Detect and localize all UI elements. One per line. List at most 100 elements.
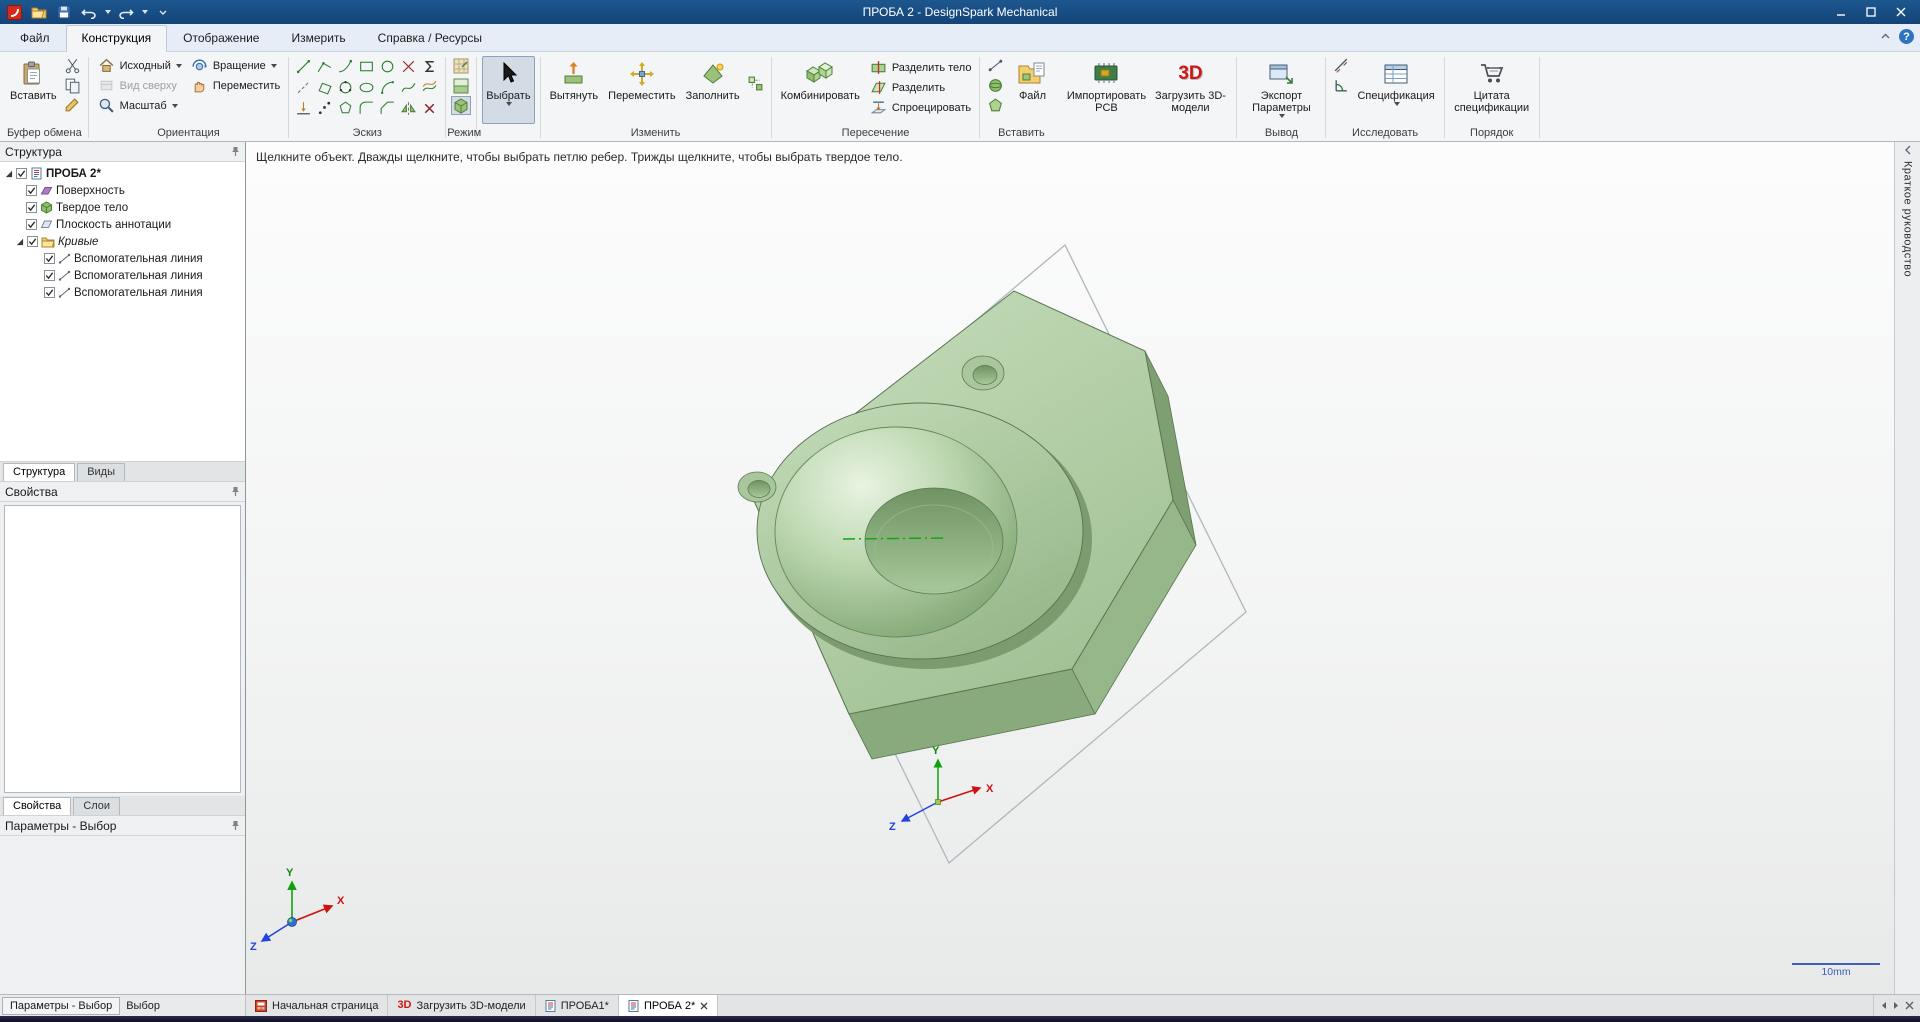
mass-properties-icon[interactable]	[1331, 76, 1351, 95]
pull-button[interactable]: Вытянуть	[546, 56, 603, 124]
close-button[interactable]	[1886, 2, 1916, 22]
insert-file-button[interactable]: Файл	[1007, 56, 1057, 124]
doc-tab-proba2[interactable]: ПРОБА 2*	[618, 995, 719, 1016]
pin-icon[interactable]	[231, 486, 240, 497]
redo-dropdown-caret-icon[interactable]	[142, 10, 148, 14]
pin-icon[interactable]	[231, 820, 240, 831]
paste-button[interactable]: Вставить	[6, 56, 61, 124]
tab-properties[interactable]: Свойства	[3, 797, 72, 815]
project-button[interactable]: Спроецировать	[866, 98, 975, 117]
doc-tab-load-3d[interactable]: 3D Загрузить 3D-модели	[388, 995, 536, 1016]
tab-layers[interactable]: Слои	[73, 797, 121, 815]
checkbox[interactable]	[44, 253, 55, 264]
tree-item-surface[interactable]: Поверхность	[2, 182, 243, 199]
close-tab-icon[interactable]	[700, 1002, 708, 1010]
insert-sphere-icon[interactable]	[985, 76, 1005, 95]
customize-toolbar-caret-icon[interactable]	[153, 3, 173, 21]
sketch-construction-line-icon[interactable]	[295, 79, 312, 96]
dropdown-caret-icon[interactable]	[175, 63, 182, 68]
tab-help-resources[interactable]: Справка / Ресурсы	[362, 25, 498, 51]
tab-structure[interactable]: Структура	[3, 463, 76, 481]
redo-button[interactable]	[116, 3, 136, 21]
sketch-polyline-icon[interactable]	[316, 58, 333, 75]
checkbox[interactable]	[26, 202, 37, 213]
pattern-tool-icon[interactable]	[746, 74, 766, 93]
sketch-rectangle-icon[interactable]	[358, 58, 375, 75]
sketch-arc-icon[interactable]	[379, 79, 396, 96]
sketch-equation-icon[interactable]	[421, 58, 438, 75]
properties-grid[interactable]	[4, 505, 241, 793]
app-logo-icon[interactable]	[4, 3, 24, 21]
split-body-button[interactable]: Разделить тело	[866, 58, 975, 77]
sketch-point-icon[interactable]	[316, 100, 333, 117]
checkbox[interactable]	[16, 168, 27, 179]
3d-viewport[interactable]: Y X Z Y X Z	[246, 142, 1894, 994]
checkbox[interactable]	[27, 236, 38, 247]
bom-button[interactable]: Спецификация	[1353, 56, 1438, 124]
sketch-trim-icon[interactable]	[400, 58, 417, 75]
doc-tab-home[interactable]: Начальная страница	[246, 995, 389, 1016]
home-view-button[interactable]: Исходный	[94, 56, 185, 75]
expander-icon[interactable]	[15, 237, 24, 246]
collapse-panel-icon[interactable]	[1903, 145, 1913, 155]
pin-icon[interactable]	[231, 146, 240, 157]
sketch-tangent-arc-icon[interactable]	[337, 58, 354, 75]
scroll-tabs-left-icon[interactable]	[1880, 1001, 1889, 1010]
undo-button[interactable]	[79, 3, 99, 21]
tree-item-root[interactable]: ПРОБА 2*	[2, 165, 243, 182]
tab-display[interactable]: Отображение	[167, 25, 275, 51]
corner-axis-triad[interactable]: Y X Z	[250, 867, 345, 953]
collapse-ribbon-icon[interactable]	[1880, 32, 1891, 41]
spin-button[interactable]: Вращение	[187, 56, 283, 75]
sketch-mode-icon[interactable]	[451, 56, 471, 75]
sketch-fillet-icon[interactable]	[358, 100, 375, 117]
copy-icon[interactable]	[63, 76, 83, 95]
dropdown-caret-icon[interactable]	[505, 102, 512, 106]
tree-item-solid[interactable]: Твердое тело	[2, 199, 243, 216]
sketch-mirror-icon[interactable]	[400, 100, 417, 117]
doc-tab-proba1[interactable]: ПРОБА1*	[536, 995, 619, 1016]
solid-model[interactable]	[737, 290, 1197, 760]
tree-item-construction-line[interactable]: Вспомогательная линия	[2, 250, 243, 267]
checkbox[interactable]	[26, 185, 37, 196]
fill-button[interactable]: Заполнить	[682, 56, 744, 124]
combine-button[interactable]: Комбинировать	[777, 56, 864, 124]
measure-icon[interactable]	[1331, 56, 1351, 75]
sketch-offset-icon[interactable]	[421, 79, 438, 96]
design-canvas[interactable]: Щелкните объект. Дважды щелкните, чтобы …	[246, 142, 1894, 994]
sketch-project-icon[interactable]	[295, 100, 312, 117]
insert-line-icon[interactable]	[985, 56, 1005, 75]
dropdown-caret-icon[interactable]	[270, 63, 277, 68]
tab-views[interactable]: Виды	[77, 463, 125, 481]
checkbox[interactable]	[26, 219, 37, 230]
sketch-line-icon[interactable]	[295, 58, 312, 75]
select-button[interactable]: Выбрать	[482, 56, 535, 124]
open-file-button[interactable]	[29, 3, 49, 21]
pan-button[interactable]: Переместить	[187, 76, 283, 95]
sketch-three-point-rect-icon[interactable]	[316, 79, 333, 96]
tree-item-construction-line[interactable]: Вспомогательная линия	[2, 267, 243, 284]
dropdown-caret-icon[interactable]	[1278, 114, 1285, 118]
tab-file[interactable]: Файл	[4, 25, 66, 51]
insert-polygon-icon[interactable]	[985, 96, 1005, 115]
undo-dropdown-caret-icon[interactable]	[105, 10, 111, 14]
save-button[interactable]	[54, 3, 74, 21]
sketch-circle-icon[interactable]	[379, 58, 396, 75]
split-face-button[interactable]: Разделить	[866, 78, 975, 97]
scroll-tabs-right-icon[interactable]	[1891, 1001, 1900, 1010]
section-mode-icon[interactable]	[451, 76, 471, 95]
import-pcb-button[interactable]: Импортировать PCB	[1065, 56, 1147, 124]
cut-icon[interactable]	[63, 56, 83, 75]
dropdown-caret-icon[interactable]	[171, 103, 178, 108]
export-options-button[interactable]: Экспорт Параметры	[1242, 56, 1320, 124]
tree-item-annotation-plane[interactable]: Плоскость аннотации	[2, 216, 243, 233]
sketch-spline-icon[interactable]	[400, 79, 417, 96]
tab-design[interactable]: Конструкция	[65, 25, 168, 52]
status-parameters-tab[interactable]: Параметры - Выбор	[2, 996, 121, 1015]
expander-icon[interactable]	[4, 169, 13, 178]
quote-bom-button[interactable]: Цитата спецификации	[1450, 56, 1534, 124]
checkbox[interactable]	[44, 287, 55, 298]
tree-item-curves-folder[interactable]: Кривые	[2, 233, 243, 250]
sketch-polygon-icon[interactable]	[337, 100, 354, 117]
zoom-button[interactable]: Масштаб	[94, 96, 185, 115]
